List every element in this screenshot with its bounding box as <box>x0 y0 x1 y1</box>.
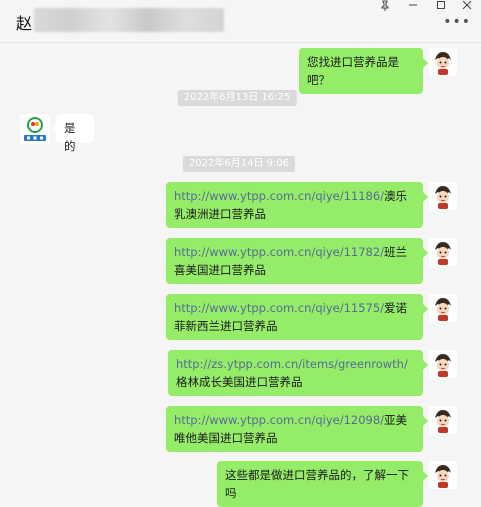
message-bubble-outgoing[interactable]: http://www.ytpp.com.cn/qiye/11782/班兰喜美国进… <box>166 238 428 284</box>
redacted-name-mask <box>34 8 224 32</box>
self-avatar[interactable] <box>429 461 457 489</box>
self-avatar[interactable] <box>429 238 457 266</box>
contact-avatar[interactable] <box>20 114 50 144</box>
minimize-icon[interactable] <box>401 0 425 14</box>
message-timestamp: 2022年6月14日 9:06 <box>182 156 296 172</box>
chat-scrollbar[interactable] <box>477 42 481 496</box>
self-avatar[interactable] <box>429 182 457 210</box>
maximize-icon[interactable] <box>429 0 453 14</box>
message-bubble-outgoing[interactable]: http://zs.ytpp.com.cn/items/greenrowth/格… <box>168 350 428 396</box>
message-link[interactable]: http://www.ytpp.com.cn/qiye/11575/ <box>174 301 384 315</box>
message-bubble-outgoing[interactable]: http://www.ytpp.com.cn/qiye/12098/亚美唯他美国… <box>166 406 428 452</box>
message-link[interactable]: http://www.ytpp.com.cn/qiye/12098/ <box>174 413 384 427</box>
message-text: 您找进口营养品是吧？ <box>307 55 399 87</box>
message-bubble-outgoing[interactable]: http://www.ytpp.com.cn/qiye/11186/澳乐乳澳洲进… <box>166 182 428 228</box>
more-icon[interactable]: ••• <box>443 14 471 30</box>
message-bubble-outgoing[interactable]: http://www.ytpp.com.cn/qiye/11575/爱诺菲新西兰… <box>166 294 428 340</box>
self-avatar[interactable] <box>429 406 457 434</box>
message-bubble-incoming[interactable]: 是的 <box>51 114 94 153</box>
message-link[interactable]: http://www.ytpp.com.cn/qiye/11782/ <box>174 245 384 259</box>
contact-name: 赵 <box>16 14 33 33</box>
chat-header: 赵 ••• <box>0 0 481 43</box>
message-bubble-outgoing[interactable]: 这些都是做进口营养品的，了解一下吗 <box>217 461 428 507</box>
self-avatar[interactable] <box>429 294 457 322</box>
pin-icon[interactable] <box>373 0 397 14</box>
self-avatar[interactable] <box>429 350 457 378</box>
message-bubble-outgoing[interactable]: 您找进口营养品是吧？ <box>299 48 428 94</box>
self-avatar[interactable] <box>429 48 457 76</box>
message-link[interactable]: http://www.ytpp.com.cn/qiye/11186/ <box>174 189 384 203</box>
message-text: 这些都是做进口营养品的，了解一下吗 <box>225 468 409 500</box>
close-icon[interactable] <box>455 0 479 14</box>
message-text: 是的 <box>64 121 76 153</box>
message-text: 格林成长美国进口营养品 <box>176 375 303 389</box>
message-link[interactable]: http://zs.ytpp.com.cn/items/greenrowth/ <box>176 357 408 371</box>
message-timestamp: 2022年6月13日 16:25 <box>177 90 297 106</box>
